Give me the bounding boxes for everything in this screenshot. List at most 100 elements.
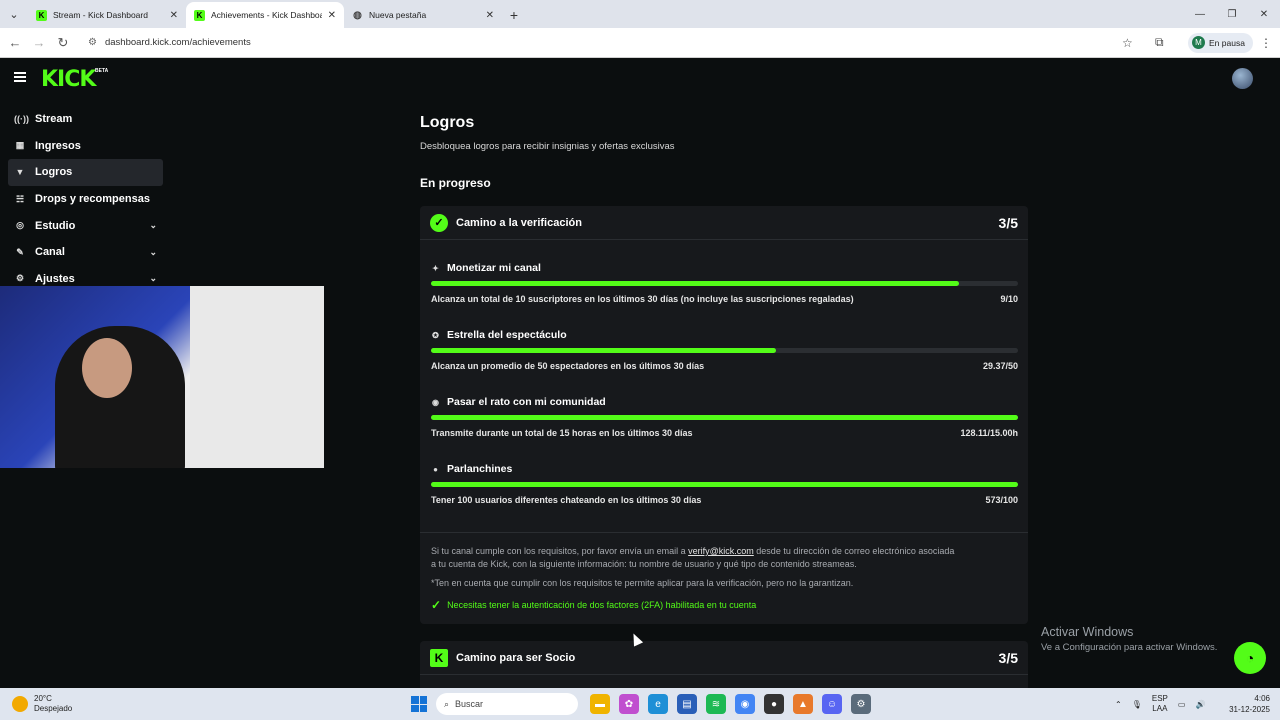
close-window-icon[interactable]: ✕ (1248, 0, 1280, 28)
task-description: Alcanza un total de 10 suscriptores en l… (431, 294, 854, 304)
verification-note: Si tu canal cumple con los requisitos, p… (431, 545, 1021, 558)
tab-stream[interactable]: K Stream - Kick Dashboard ✕ (28, 2, 186, 28)
settings-icon[interactable]: ⚙ (851, 694, 871, 714)
profile-avatar: M (1192, 36, 1205, 49)
tab-search-button[interactable]: ⌄ (0, 0, 28, 28)
reload-icon[interactable]: ↻ (51, 35, 75, 51)
chat-bubble-icon: ● (433, 464, 438, 474)
task-name: ● Parlanchines (431, 463, 1018, 475)
progress-bar (431, 348, 1018, 353)
chrome-icon[interactable]: ◉ (735, 694, 755, 714)
close-tab-icon[interactable]: ✕ (170, 10, 178, 21)
weather-text: 20°C Despejado (34, 694, 72, 714)
spotify-icon[interactable]: ≋ (706, 694, 726, 714)
back-icon[interactable]: ← (3, 35, 27, 50)
weather-desc: Despejado (34, 704, 73, 713)
trophy-icon: ▼ (15, 167, 25, 178)
sidebar-item-drops[interactable]: ☵ Drops y recompensas (8, 186, 163, 213)
card-title: Camino para ser Socio (456, 651, 576, 664)
edge-icon[interactable]: e (648, 694, 668, 714)
close-tab-icon[interactable]: ✕ (486, 10, 494, 21)
tray-chevron-icon[interactable]: ⌃ (1115, 700, 1122, 709)
task-title: Parlanchines (447, 463, 513, 475)
minimize-icon[interactable]: — (1184, 0, 1216, 28)
sidebar-item-estudio[interactable]: ◎ Estudio ⌄ (8, 212, 163, 239)
language-indicator[interactable]: ESP LAA (1152, 694, 1168, 714)
chevron-down-icon[interactable]: ⌄ (149, 247, 157, 258)
kick-favicon-icon: K (36, 9, 47, 21)
task-item: ✦ Monetizar mi canal Alcanza un total de … (431, 262, 1018, 304)
menu-icon[interactable] (14, 72, 26, 82)
file-explorer-icon[interactable]: ▬ (590, 694, 610, 714)
restore-icon[interactable]: ❐ (1216, 0, 1248, 28)
tab-achievements[interactable]: K Achievements - Kick Dashboard ✕ (186, 2, 344, 28)
sidebar-item-label: Ajustes (35, 272, 75, 285)
search-icon: ⌕ (444, 698, 450, 709)
new-tab-button[interactable]: + (502, 2, 526, 28)
close-tab-icon[interactable]: ✕ (328, 10, 336, 21)
tab-new[interactable]: ◍ Nueva pestaña ✕ (344, 2, 502, 28)
taskbar-clock[interactable]: 4:06 31-12-2025 (1225, 693, 1270, 715)
extensions-icon[interactable]: ⧉ (1155, 35, 1164, 50)
progress-fill (431, 348, 776, 353)
sidebar-item-label: Logros (35, 166, 73, 179)
verified-badge-icon: ✓ (430, 213, 448, 232)
verify-email-link[interactable]: verify@kick.com (688, 546, 754, 556)
tab-title: Achievements - Kick Dashboard (211, 10, 322, 20)
section-title: En progreso (420, 176, 491, 190)
user-avatar[interactable] (1232, 68, 1253, 89)
progress-bar (431, 281, 1018, 286)
app-icon[interactable]: ▲ (793, 694, 813, 714)
discord-icon[interactable]: ☺ (822, 694, 842, 714)
weather-widget[interactable]: 20°C Despejado (12, 694, 72, 714)
url-text: dashboard.kick.com/achievements (104, 37, 251, 48)
task-description: Alcanza un promedio de 50 espectadores e… (431, 361, 705, 371)
start-button[interactable] (411, 696, 427, 712)
browser-menu-icon[interactable]: ⋮ (1260, 36, 1272, 50)
income-icon: ▦ (15, 140, 25, 151)
network-icon[interactable]: ▭ (1178, 700, 1186, 709)
task-item: ● Parlanchines Tener 100 usuarios diferen… (431, 463, 1018, 505)
kick-logo[interactable]: KICK (41, 67, 96, 92)
volume-icon[interactable]: 🔊 (1195, 700, 1205, 709)
browser-tab-bar: ⌄ K Stream - Kick Dashboard ✕ K Achievem… (0, 0, 1280, 28)
sidebar-item-canal[interactable]: ✎ Canal ⌄ (8, 239, 163, 266)
task-value: 29.37/50 (982, 361, 1018, 371)
progress-fill (431, 482, 1018, 487)
forward-icon[interactable]: → (27, 35, 51, 50)
chevron-down-icon[interactable]: ⌄ (149, 220, 157, 231)
card-header: ✓ Camino a la verificación 3/5 (420, 206, 1028, 240)
broadcast-icon: ◉ (432, 397, 439, 407)
store-icon[interactable]: ▤ (677, 694, 697, 714)
site-info-icon[interactable]: ⚙ (88, 37, 97, 48)
bookmark-star-icon[interactable]: ☆ (1122, 36, 1133, 50)
checkmark-icon: ✓ (431, 598, 442, 612)
app-icon[interactable]: ● (764, 694, 784, 714)
taskbar-apps: ▬ ✿ e ▤ ≋ ◉ ● ▲ ☺ ⚙ (590, 694, 871, 714)
sidebar-item-label: Drops y recompensas (35, 193, 150, 206)
note-text: Si tu canal cumple con los requisitos, p… (431, 546, 689, 556)
sidebar-item-ingresos[interactable]: ▦ Ingresos (8, 133, 163, 160)
lang-layout: LAA (1152, 704, 1168, 713)
task-name: ✦ Monetizar mi canal (431, 262, 1018, 274)
sidebar-item-logros[interactable]: ▼ Logros (8, 159, 163, 186)
support-chat-button[interactable]: ◔ (1234, 642, 1266, 674)
page-title: Logros (420, 114, 475, 131)
verification-note: a tu cuenta de Kick, con la siguiente in… (431, 559, 857, 569)
sidebar-item-stream[interactable]: ((·)) Stream (8, 106, 163, 133)
webcam-overlay (0, 286, 324, 468)
microphone-icon[interactable]: 🎙 (1132, 700, 1142, 709)
beta-badge: BETA (95, 68, 109, 74)
copilot-icon[interactable]: ✿ (619, 694, 639, 714)
task-title: Estrella del espectáculo (447, 329, 567, 341)
url-field[interactable]: ⚙ dashboard.kick.com/achievements (80, 31, 1140, 54)
task-item: ◉ Pasar el rato con mi comunidad Transmit… (431, 396, 1018, 438)
gear-icon: ⚙ (15, 273, 25, 284)
system-tray: ⌃ 🎙 ESP LAA ▭ 🔊 (1115, 694, 1205, 714)
task-value: 573/100 (985, 495, 1018, 505)
chevron-down-icon[interactable]: ⌄ (149, 273, 157, 284)
profile-button[interactable]: M En pausa (1188, 32, 1253, 53)
sparkle-icon: ✦ (432, 263, 439, 273)
clock-time: 4:06 (1254, 694, 1270, 703)
taskbar-search[interactable]: ⌕ Buscar (436, 693, 578, 715)
